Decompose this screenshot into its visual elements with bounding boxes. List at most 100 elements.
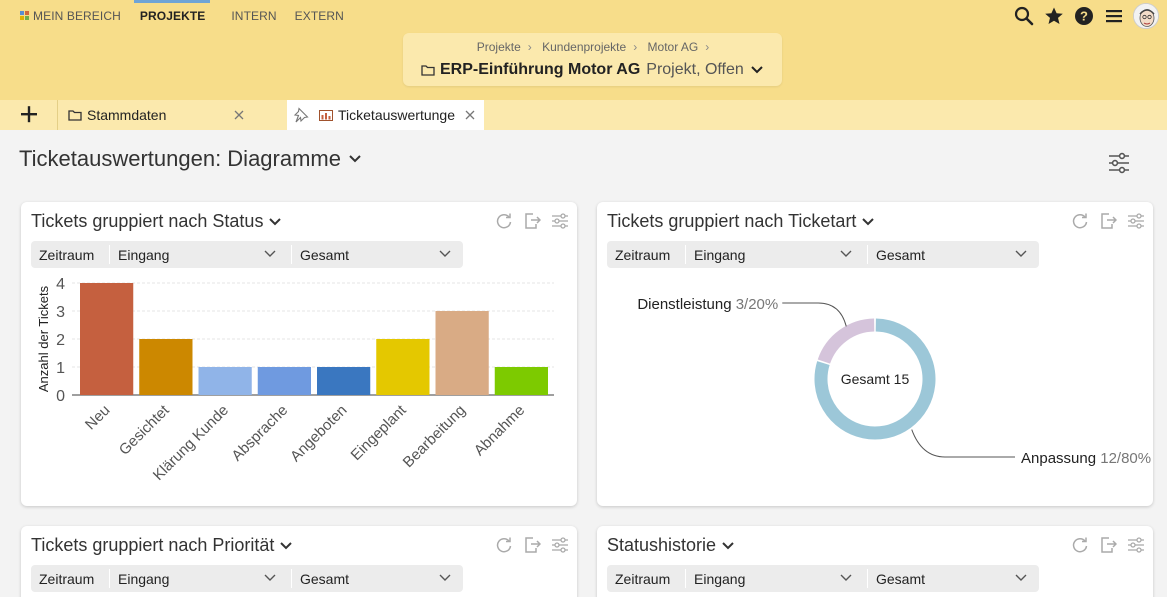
card-title-label: Tickets gruppiert nach Priorität bbox=[31, 535, 275, 555]
chevron-down-icon bbox=[722, 541, 734, 549]
settings-sliders-icon[interactable] bbox=[1107, 151, 1131, 175]
search-icon[interactable] bbox=[1009, 2, 1039, 30]
card-title-label: Statushistorie bbox=[607, 535, 717, 555]
help-icon[interactable]: ? bbox=[1069, 2, 1099, 30]
scope-select[interactable]: Gesamt bbox=[868, 565, 1039, 592]
filter-bar: Zeitraum Eingang Gesamt bbox=[31, 565, 463, 592]
breadcrumb-separator: › bbox=[633, 40, 638, 54]
breadcrumb-separator: › bbox=[527, 40, 532, 54]
settings-sliders-icon[interactable] bbox=[1127, 536, 1145, 554]
x-tick-label: Bearbeitung bbox=[400, 402, 469, 471]
breadcrumb-item[interactable]: Projekte bbox=[477, 40, 521, 54]
tab-stammdaten[interactable]: Stammdaten bbox=[57, 100, 262, 130]
chevron-down-icon bbox=[349, 155, 361, 163]
card-tools bbox=[495, 536, 569, 554]
x-tick-label: Absprache bbox=[228, 402, 291, 465]
slice-name: Anpassung bbox=[1021, 450, 1100, 467]
header-icons: ? bbox=[1009, 2, 1159, 30]
star-icon[interactable] bbox=[1039, 2, 1069, 30]
breadcrumb-item[interactable]: Kundenprojekte bbox=[542, 40, 626, 54]
project-name: ERP-Einführung Motor AG bbox=[440, 61, 641, 78]
chevron-down-icon bbox=[264, 574, 276, 581]
chevron-down-icon bbox=[1015, 574, 1027, 581]
chart-card-ticketart: Tickets gruppiert nach Ticketart Zeitrau… bbox=[597, 202, 1153, 506]
settings-sliders-icon[interactable] bbox=[551, 536, 569, 554]
bar[interactable] bbox=[198, 367, 252, 395]
menu-icon[interactable] bbox=[1099, 2, 1129, 30]
filter-bar: Zeitraum Eingang Gesamt bbox=[607, 565, 1039, 592]
donut-center-label: Gesamt 15 bbox=[841, 371, 910, 387]
leader-line bbox=[911, 429, 1015, 458]
refresh-icon[interactable] bbox=[495, 536, 513, 554]
x-tick-label: Angeboten bbox=[287, 402, 350, 465]
page-title-label: Ticketauswertungen: Diagramme bbox=[19, 146, 341, 171]
range-label: Zeitraum bbox=[615, 570, 671, 587]
tab-label: Stammdaten bbox=[87, 107, 167, 123]
chevron-down-icon bbox=[751, 66, 763, 74]
card-title[interactable]: Tickets gruppiert nach Priorität bbox=[31, 535, 293, 556]
chevron-down-icon bbox=[840, 574, 852, 581]
pin-icon[interactable] bbox=[293, 107, 309, 123]
add-tab-button[interactable] bbox=[18, 103, 40, 125]
bar[interactable] bbox=[80, 283, 134, 395]
project-header: Projekte › Kundenprojekte › Motor AG › ERP-… bbox=[403, 33, 782, 86]
close-icon[interactable] bbox=[464, 109, 476, 121]
nav-label: PROJEKTE bbox=[139, 9, 206, 23]
leader-line bbox=[782, 302, 847, 327]
slice-value: 12/80% bbox=[1100, 450, 1151, 467]
bar[interactable] bbox=[139, 339, 193, 395]
bar[interactable] bbox=[376, 339, 430, 395]
chart-card-prioritaet: Tickets gruppiert nach Priorität Zeitrau… bbox=[21, 526, 577, 597]
svg-text:?: ? bbox=[1080, 9, 1088, 24]
page-title[interactable]: Ticketauswertungen: Diagramme bbox=[19, 146, 361, 172]
bar[interactable] bbox=[317, 367, 371, 395]
field-select[interactable]: Eingang bbox=[110, 565, 289, 592]
nav-label: MEIN BEREICH bbox=[33, 9, 121, 23]
y-axis-label: Anzahl der Tickets bbox=[36, 285, 51, 392]
bar[interactable] bbox=[435, 311, 489, 395]
slice-name: Dienstleistung bbox=[637, 296, 735, 313]
donut-chart: Gesamt 15 Anpassung 12/80% Dienstleistung … bbox=[637, 296, 1151, 467]
y-tick-label: 2 bbox=[56, 332, 65, 349]
bar[interactable] bbox=[257, 367, 311, 395]
field-select[interactable]: Eingang bbox=[686, 565, 865, 592]
x-tick-label: Abnahme bbox=[471, 402, 528, 459]
nav-label: EXTERN bbox=[294, 9, 344, 23]
x-tick-label: Eingeplant bbox=[348, 401, 411, 464]
chevron-down-icon bbox=[280, 541, 293, 549]
chart-icon bbox=[319, 109, 333, 121]
grid-icon bbox=[20, 11, 29, 21]
nav-item-intern[interactable]: INTERN bbox=[214, 0, 285, 32]
x-tick-label: Gesichtet bbox=[116, 401, 173, 458]
pie-slice[interactable] bbox=[817, 318, 875, 364]
avatar[interactable] bbox=[1133, 3, 1159, 29]
breadcrumb-separator: › bbox=[705, 40, 710, 54]
nav-item-projekte[interactable]: PROJEKTE bbox=[130, 0, 214, 32]
export-icon[interactable] bbox=[523, 536, 541, 554]
refresh-icon[interactable] bbox=[1071, 536, 1089, 554]
tab-ticketauswertungen[interactable]: Ticketauswertunge bbox=[287, 100, 484, 130]
folder-icon bbox=[68, 110, 82, 121]
breadcrumb: Projekte › Kundenprojekte › Motor AG › bbox=[403, 40, 782, 54]
card-tools bbox=[1071, 536, 1145, 554]
y-tick-label: 1 bbox=[56, 360, 65, 377]
x-tick-label: Neu bbox=[82, 402, 113, 433]
nav-item-extern[interactable]: EXTERN bbox=[286, 0, 353, 32]
slice-value: 3/20% bbox=[736, 296, 779, 313]
bar[interactable] bbox=[494, 367, 548, 395]
chevron-down-icon bbox=[439, 574, 451, 581]
chart-card-statushistorie: Statushistorie Zeitraum Eingang Gesamt bbox=[597, 526, 1153, 597]
project-title-selector[interactable]: ERP-Einführung Motor AG Projekt, Offen bbox=[421, 61, 763, 79]
plus-icon bbox=[21, 106, 37, 123]
folder-icon bbox=[421, 65, 435, 76]
export-icon[interactable] bbox=[1099, 536, 1117, 554]
project-status: Projekt, Offen bbox=[646, 61, 744, 78]
card-title[interactable]: Statushistorie bbox=[607, 535, 734, 556]
nav-label: INTERN bbox=[231, 9, 277, 23]
scope-select[interactable]: Gesamt bbox=[292, 565, 463, 592]
y-tick-label: 4 bbox=[56, 276, 65, 293]
breadcrumb-item[interactable]: Motor AG bbox=[648, 40, 699, 54]
range-label: Zeitraum bbox=[39, 570, 95, 587]
y-tick-label: 0 bbox=[56, 388, 65, 405]
close-icon[interactable] bbox=[233, 109, 245, 121]
